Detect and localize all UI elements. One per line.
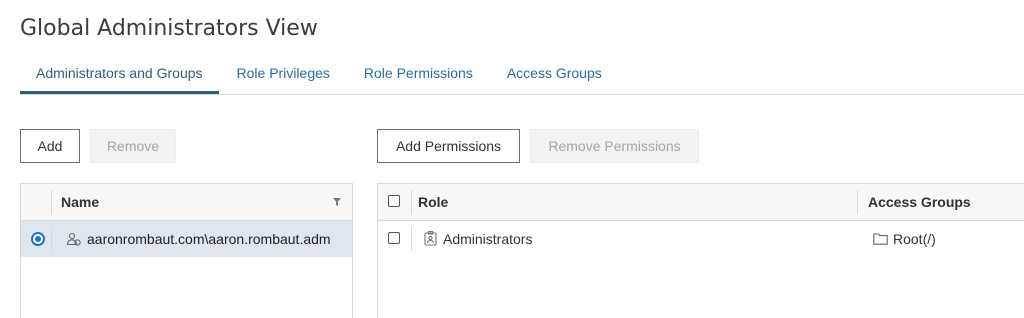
administrators-grid-header: Name (21, 184, 352, 221)
column-header-name[interactable]: Name (61, 194, 99, 210)
remove-button[interactable]: Remove (90, 129, 176, 163)
administrators-grid: Name aaronrombaut.com\aaron.rombaut.adm (20, 183, 353, 318)
permissions-grid-header: Role Access Groups (378, 184, 1024, 221)
remove-permissions-button[interactable]: Remove Permissions (530, 129, 699, 163)
tab-access-groups[interactable]: Access Groups (491, 56, 618, 94)
tab-role-privileges[interactable]: Role Privileges (221, 56, 346, 94)
add-button[interactable]: Add (20, 129, 80, 163)
access-group-name: Root(/) (893, 231, 936, 247)
tab-role-permissions[interactable]: Role Permissions (348, 56, 489, 94)
table-row[interactable]: Administrators Root(/) (378, 221, 1024, 257)
filter-icon[interactable] (333, 198, 341, 206)
select-all-checkbox[interactable] (388, 195, 400, 207)
column-separator (51, 190, 52, 214)
table-row[interactable]: aaronrombaut.com\aaron.rombaut.adm (21, 221, 352, 257)
tab-bar: Administrators and Groups Role Privilege… (20, 56, 1024, 95)
column-header-role[interactable]: Role (418, 194, 448, 210)
permissions-grid: Role Access Groups Administrators Root(/… (377, 183, 1024, 318)
column-separator (857, 190, 858, 214)
role-name: Administrators (443, 231, 533, 247)
role-badge-icon (424, 231, 437, 246)
add-permissions-button[interactable]: Add Permissions (377, 129, 520, 163)
row-checkbox[interactable] (388, 232, 400, 244)
column-separator (411, 227, 412, 251)
column-separator (411, 190, 412, 214)
tab-administrators-and-groups[interactable]: Administrators and Groups (20, 56, 219, 94)
page-title: Global Administrators View (20, 16, 318, 41)
administrator-name: aaronrombaut.com\aaron.rombaut.adm (87, 231, 331, 247)
column-header-access-groups[interactable]: Access Groups (868, 194, 971, 210)
column-separator (51, 227, 52, 251)
row-select-radio[interactable] (31, 232, 45, 246)
folder-icon (873, 233, 888, 245)
user-group-icon (66, 231, 82, 247)
